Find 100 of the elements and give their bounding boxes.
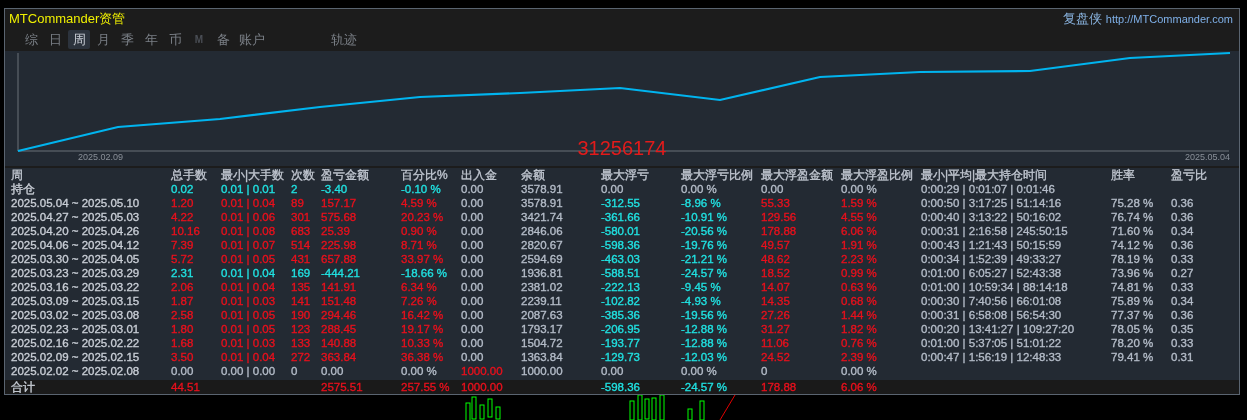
table-cell: 1363.84 bbox=[521, 350, 563, 364]
table-cell: 49.57 bbox=[761, 238, 790, 252]
table-cell: 1.82 % bbox=[841, 322, 877, 336]
table-cell: 71.60 % bbox=[1111, 224, 1154, 238]
table-cell: -129.73 bbox=[601, 350, 640, 364]
period-tab[interactable]: 年 bbox=[140, 29, 162, 49]
table-cell: 0.01 | 0.06 bbox=[221, 210, 276, 224]
table-cell: 0.02 bbox=[171, 182, 194, 196]
table-cell: 8.71 % bbox=[401, 238, 437, 252]
table-cell: -385.36 bbox=[601, 308, 640, 322]
table-cell: 0.00 % bbox=[401, 364, 437, 378]
period-tab[interactable]: 周 bbox=[68, 29, 90, 49]
table-cell: 0.00 bbox=[461, 308, 484, 322]
table-cell: 0.00 bbox=[601, 364, 624, 378]
table-cell: 0.00 bbox=[461, 252, 484, 266]
table-cell: 4.55 % bbox=[841, 210, 877, 224]
table-cell: 0.00 bbox=[461, 322, 484, 336]
table-cell: 1936.81 bbox=[521, 266, 563, 280]
table-cell: -12.88 % bbox=[681, 322, 728, 336]
table-cell: 363.84 bbox=[321, 350, 357, 364]
table-cell: 0.01 | 0.01 bbox=[221, 182, 276, 196]
column-header: 出入金 bbox=[461, 168, 497, 182]
table-cell: 18.52 bbox=[761, 266, 790, 280]
row-label: 2025.05.04 ~ 2025.05.10 bbox=[11, 196, 140, 210]
table-cell: 0.36 bbox=[1171, 308, 1194, 322]
table-cell: 514 bbox=[291, 238, 311, 252]
table-cell: 2575.51 bbox=[321, 380, 363, 394]
table-cell: 0:00:40 | 3:13:22 | 50:16:02 bbox=[921, 210, 1062, 224]
column-header: 最大浮亏比例 bbox=[681, 168, 753, 182]
table-cell: -24.57 % bbox=[681, 380, 728, 394]
period-tab[interactable]: 币 bbox=[164, 29, 186, 49]
table-cell: 16.42 % bbox=[401, 308, 444, 322]
column-header: 最小|平均|最大持仓时间 bbox=[921, 168, 1048, 182]
table-cell: 36.38 % bbox=[401, 350, 444, 364]
table-cell: -580.01 bbox=[601, 224, 640, 238]
table-cell: 78.05 % bbox=[1111, 322, 1154, 336]
table-cell: 1504.72 bbox=[521, 336, 563, 350]
table-cell: 2820.67 bbox=[521, 238, 563, 252]
period-tab[interactable]: 轨迹 bbox=[328, 29, 360, 49]
table-cell: 2 bbox=[291, 182, 298, 196]
table-cell: 1000.00 bbox=[461, 364, 503, 378]
table-cell: 0:00:20 | 13:41:27 | 109:27:20 bbox=[921, 322, 1075, 336]
table-cell: 0.01 | 0.04 bbox=[221, 350, 276, 364]
table-cell: 272 bbox=[291, 350, 311, 364]
table-cell: 0.00 bbox=[461, 266, 484, 280]
table-cell: 20.23 % bbox=[401, 210, 444, 224]
table-cell: 55.33 bbox=[761, 196, 790, 210]
table-cell: -193.77 bbox=[601, 336, 640, 350]
period-tab[interactable]: 月 bbox=[92, 29, 114, 49]
table-cell: 141 bbox=[291, 294, 311, 308]
table-cell: -3.40 bbox=[321, 182, 348, 196]
table-cell: 129.56 bbox=[761, 210, 797, 224]
table-cell: 0.36 bbox=[1171, 210, 1194, 224]
table-cell: 0.01 | 0.07 bbox=[221, 238, 276, 252]
period-tab[interactable]: 季 bbox=[116, 29, 138, 49]
table-cell: 44.51 bbox=[171, 380, 200, 394]
table-cell: 431 bbox=[291, 252, 311, 266]
period-tab[interactable]: 日 bbox=[44, 29, 66, 49]
table-cell: 1.80 bbox=[171, 322, 194, 336]
table-cell: 151.48 bbox=[321, 294, 357, 308]
website-link[interactable]: http://MTCommander.com bbox=[1105, 13, 1233, 25]
period-tab[interactable]: 备 bbox=[212, 29, 234, 49]
table-cell: 0.35 bbox=[1171, 322, 1194, 336]
row-label: 2025.03.09 ~ 2025.03.15 bbox=[11, 294, 140, 308]
table-cell: 0.00 bbox=[461, 196, 484, 210]
table-cell: 0.31 bbox=[1171, 350, 1194, 364]
table-cell: 4.59 % bbox=[401, 196, 437, 210]
table-cell: 0.00 % bbox=[841, 364, 877, 378]
table-cell: 74.12 % bbox=[1111, 238, 1154, 252]
column-header: 最大浮亏 bbox=[601, 168, 649, 182]
axis-date-label: 2025.02.09 bbox=[78, 152, 124, 162]
table-cell: 683 bbox=[291, 224, 311, 238]
table-cell: 75.28 % bbox=[1111, 196, 1154, 210]
table-cell: 257.55 % bbox=[401, 380, 450, 394]
table-cell: -19.76 % bbox=[681, 238, 728, 252]
table-cell: 0:00:47 | 1:56:19 | 12:48:33 bbox=[921, 350, 1062, 364]
table-cell: 5.72 bbox=[171, 252, 194, 266]
period-tab[interactable]: 账户 bbox=[236, 29, 268, 49]
table-cell: 0.01 | 0.04 bbox=[221, 266, 276, 280]
table-cell: 169 bbox=[291, 266, 311, 280]
table-cell: 0.01 | 0.04 bbox=[221, 196, 276, 210]
table-cell: -21.21 % bbox=[681, 252, 728, 266]
table-cell: 1.44 % bbox=[841, 308, 877, 322]
period-tab[interactable]: 综 bbox=[20, 29, 42, 49]
table-cell: 0.33 bbox=[1171, 280, 1194, 294]
table-cell: 24.52 bbox=[761, 350, 790, 364]
table-cell: 141.91 bbox=[321, 280, 357, 294]
table-cell: 7.26 % bbox=[401, 294, 437, 308]
table-cell: -588.51 bbox=[601, 266, 640, 280]
table-cell: 157.17 bbox=[321, 196, 357, 210]
row-label: 2025.04.20 ~ 2025.04.26 bbox=[11, 224, 140, 238]
table-cell: 19.17 % bbox=[401, 322, 444, 336]
column-header: 总手数 bbox=[171, 168, 207, 182]
table-cell: 657.88 bbox=[321, 252, 357, 266]
table-cell: 0.00 bbox=[461, 336, 484, 350]
row-label: 2025.03.16 ~ 2025.03.22 bbox=[11, 280, 140, 294]
table-cell: -0.10 % bbox=[401, 182, 441, 196]
table-cell: -206.95 bbox=[601, 322, 640, 336]
table-cell: -12.88 % bbox=[681, 336, 728, 350]
table-cell: 1.91 % bbox=[841, 238, 877, 252]
